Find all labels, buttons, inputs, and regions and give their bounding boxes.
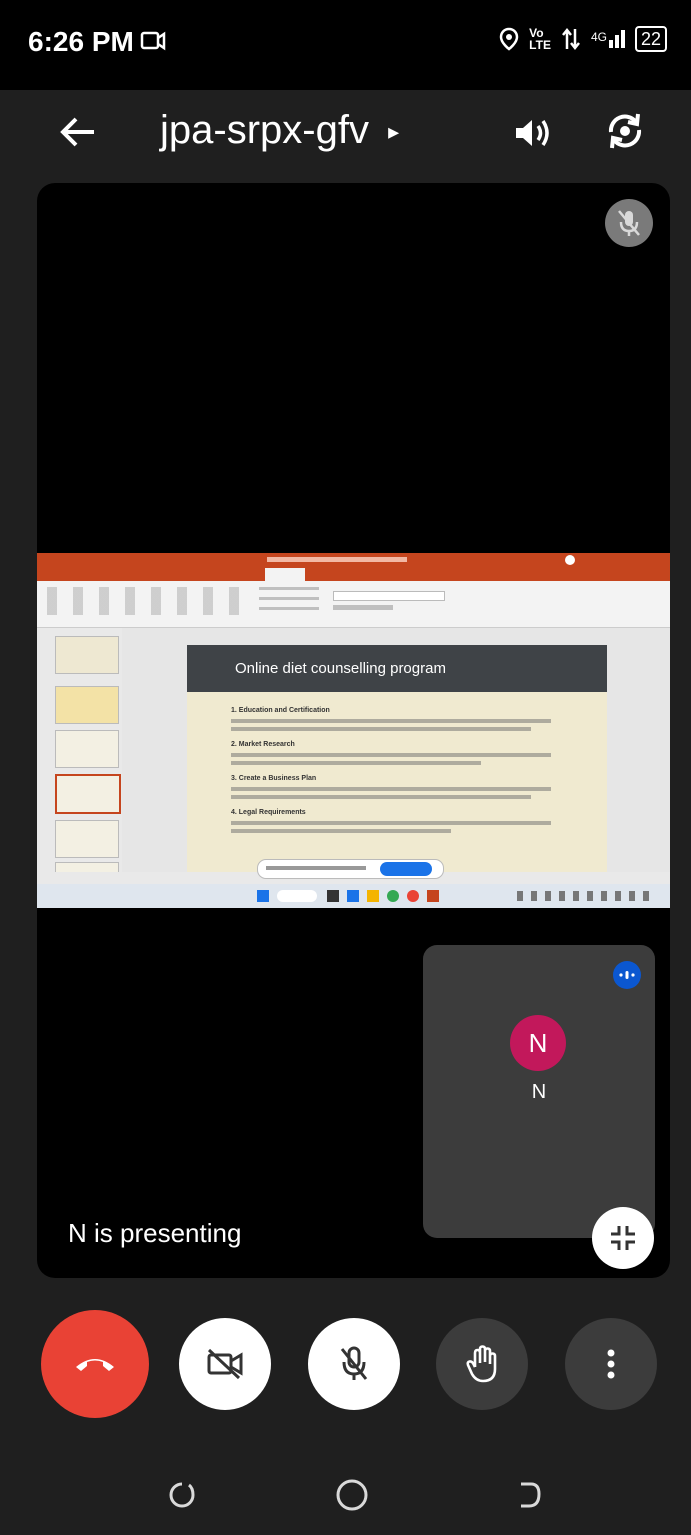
signal-icon: 4G [591, 30, 625, 48]
meeting-code: jpa-srpx-gfv [160, 108, 369, 152]
home-circle-icon [336, 1479, 368, 1511]
switch-camera-icon [608, 113, 642, 149]
arrow-back-icon [60, 117, 94, 147]
app-titlebar [37, 553, 670, 567]
volte-icon: Vo LTE [529, 26, 551, 52]
app-ribbon-tabs [37, 567, 670, 581]
participant-tile[interactable]: N N [423, 945, 655, 1238]
data-arrows-icon [561, 27, 580, 51]
hand-icon [466, 1345, 497, 1383]
raise-hand-button[interactable] [436, 1318, 528, 1410]
slide-section-4: 4. Legal Requirements [231, 809, 306, 816]
presenter-mic-off-badge [605, 199, 653, 247]
caret-right-icon: ▸ [388, 119, 400, 145]
slide-section-3: 3. Create a Business Plan [231, 775, 317, 782]
status-time: 6:26 PM [28, 26, 134, 57]
presenting-label: N is presenting [68, 1218, 242, 1248]
camera-off-icon [207, 1348, 243, 1380]
location-icon [499, 27, 519, 51]
avatar: N [510, 1015, 566, 1071]
switch-camera-button[interactable] [600, 106, 650, 156]
back-button[interactable] [54, 108, 102, 156]
network-label: 4G [590, 30, 607, 44]
collapse-icon [611, 1226, 635, 1250]
camera-toggle-button[interactable] [179, 1318, 271, 1410]
mic-off-icon [618, 210, 640, 236]
slide-section-2: 2. Market Research [231, 741, 295, 748]
more-vert-icon [607, 1349, 615, 1379]
participant-name: N [531, 1081, 547, 1103]
minimize-button[interactable] [592, 1207, 654, 1269]
hang-up-icon [76, 1359, 114, 1371]
more-options-button[interactable] [565, 1318, 657, 1410]
mic-toggle-button[interactable] [308, 1318, 400, 1410]
slide-thumbnails [37, 628, 122, 874]
nav-back-button[interactable] [506, 1473, 550, 1517]
current-slide: Online diet counselling program 1. Educa… [187, 645, 607, 872]
shared-screen: Online diet counselling program 1. Educa… [37, 553, 670, 908]
nav-back-icon [521, 1482, 541, 1508]
presentation-stage: Online diet counselling program 1. Educa… [37, 183, 670, 1278]
meeting-code-title[interactable]: jpa-srpx-gfv ▸ [160, 108, 399, 153]
screen-record-icon [140, 30, 166, 57]
nav-recents-button[interactable] [160, 1473, 204, 1517]
nav-home-button[interactable] [330, 1473, 374, 1517]
status-icons: Vo LTE 4G 22 [499, 26, 667, 52]
slide-section-1: 1. Education and Certification [231, 707, 330, 714]
shared-screen-notice [257, 859, 444, 879]
end-call-button[interactable] [41, 1310, 149, 1418]
app-ribbon [37, 581, 670, 628]
status-bar: 6:26 PM Vo LTE 4G 22 [0, 0, 691, 90]
os-taskbar [37, 884, 670, 908]
speaker-icon [516, 120, 549, 146]
slide-title: Online diet counselling program [187, 645, 607, 692]
audio-activity-indicator [613, 961, 641, 989]
audio-output-button[interactable] [508, 110, 556, 156]
mic-off-icon [340, 1346, 368, 1380]
battery-indicator: 22 [634, 26, 667, 52]
speaking-icon [619, 971, 635, 979]
recents-icon [169, 1482, 195, 1508]
